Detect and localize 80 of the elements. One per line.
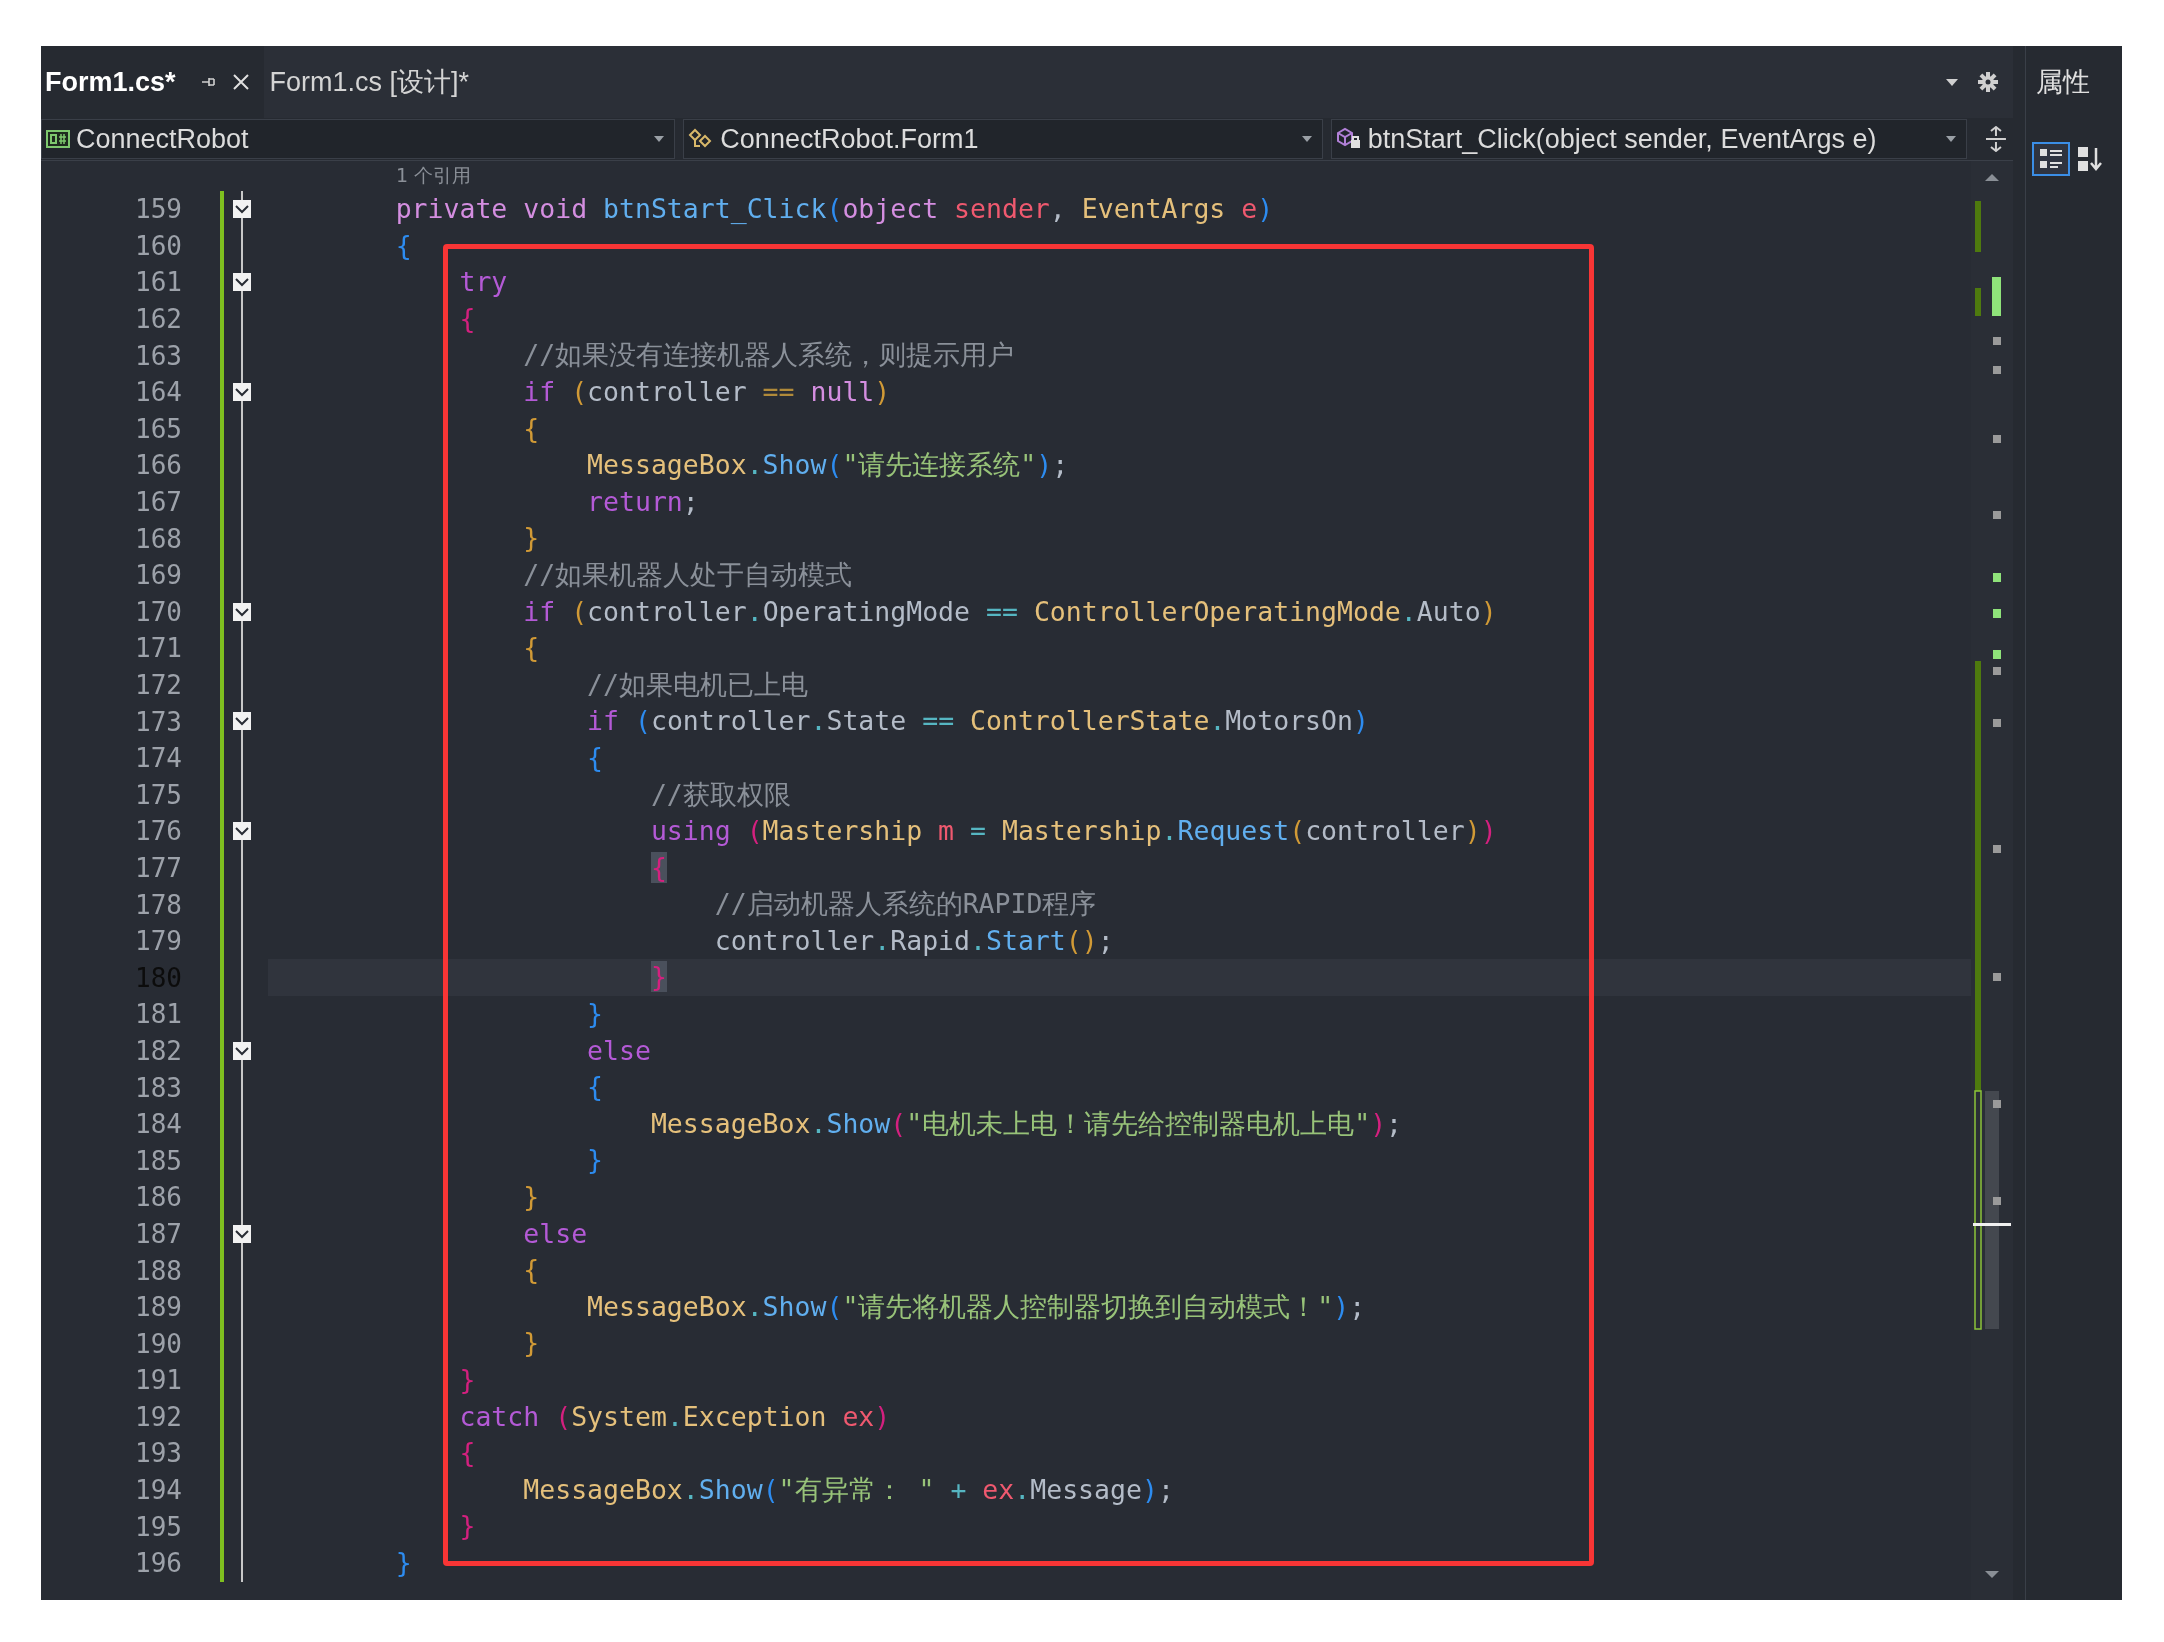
line-number: 175 [134,779,182,810]
code-line: catch (System.Exception ex) [458,1399,892,1434]
file-tab[interactable]: Form1.cs* [41,46,264,118]
code-line: { [586,740,605,775]
code-line: try [458,265,509,300]
line-number: 182 [134,1035,182,1066]
line-number: 172 [134,670,182,700]
line-number: 174 [134,743,182,774]
line-number: 167 [134,487,182,518]
line-number: 179 [134,926,182,957]
code-line: { [522,631,541,666]
line-number: 193 [134,1438,182,1469]
code-line: } [458,1363,477,1397]
navigation-dropdown[interactable]: ConnectRobot [41,119,676,159]
code-line: } [522,1326,541,1361]
line-number: 194 [134,1475,182,1506]
line-number: 184 [134,1109,182,1140]
code-line: } [586,1143,605,1178]
code-line: if (controller == null) [522,374,892,409]
code-line: } [522,1180,541,1215]
code-line: MessageBox.Show("电机未上电！请先给控制器电机上电"); [649,1106,1404,1141]
line-number: 188 [134,1255,182,1286]
line-number: 173 [134,706,182,737]
line-number: 164 [134,377,182,408]
line-number: 168 [134,523,182,554]
code-line: return; [586,484,700,519]
line-number: 189 [134,1292,182,1323]
code-line: else [586,1033,652,1068]
line-number: 166 [134,450,182,481]
code-line: MessageBox.Show("请先连接系统"); [586,448,1070,483]
file-tab[interactable]: Form1.cs [设计]* [263,46,484,118]
code-line: { [458,1436,477,1471]
code-line: private void btnStart_Click(object sender, EventArgs e) [394,192,1275,226]
navigation-dropdown[interactable]: ConnectRobot.Form1 [683,119,1323,159]
code-line: } [586,997,605,1032]
code-line: MessageBox.Show("请先将机器人控制器切换到自动模式！"); [586,1289,1367,1324]
line-number: 181 [134,999,182,1030]
line-number: 162 [134,304,182,335]
code-line: using (Mastership m = Mastership.Request(controller)) [649,814,1498,849]
line-number: 183 [134,1072,182,1103]
code-line: //获取权限 [649,777,792,812]
line-number: 171 [134,633,182,664]
code-line: } [394,1545,413,1580]
line-number: 178 [134,889,182,920]
code-line: //如果电机已上电 [586,667,809,702]
line-number: 161 [134,267,182,298]
reference-count-link[interactable]: 1 个引用 [396,163,472,189]
code-line: if (controller.OperatingMode == ControllerOperatingMode.Auto) [522,594,1498,629]
line-number: 185 [134,1145,182,1176]
code-line: //如果机器人处于自动模式 [522,557,854,592]
code-line: if (controller.State == ControllerState.MotorsOn) [586,704,1370,739]
panel-title: 属性 [2035,65,2091,99]
code-line: { [586,1070,605,1105]
code-line: MessageBox.Show("有异常： " + ex.Message); [522,1472,1175,1507]
code-line: } [458,1509,477,1544]
code-line: { [522,1253,541,1288]
code-line: //启动机器人系统的RAPID程序 [713,887,1098,922]
line-number: 190 [134,1328,182,1359]
line-number: 176 [134,816,182,847]
line-number: 187 [134,1218,182,1249]
line-number: 165 [134,413,182,444]
line-number: 159 [134,194,182,225]
line-number: 191 [134,1365,182,1396]
code-line: } [522,521,541,556]
navigation-dropdown[interactable]: btnStart_Click(object sender, EventArgs e) [1330,119,1968,159]
code-line: controller.Rapid.Start(); [713,923,1115,958]
line-number: 169 [134,560,182,591]
line-number: 196 [134,1548,182,1579]
code-line: //如果没有连接机器人系统，则提示用户 [522,338,1016,373]
code-line: else [522,1216,589,1251]
code-line: { [522,411,541,446]
line-number: 192 [134,1401,182,1432]
line-number: 170 [134,596,182,627]
line-number: 195 [134,1511,182,1542]
line-number: 160 [134,230,182,261]
code-line: { [458,301,477,336]
line-number: 177 [134,853,182,883]
code-line: { [394,228,413,263]
line-number: 186 [134,1182,182,1213]
line-number: 163 [134,340,182,371]
